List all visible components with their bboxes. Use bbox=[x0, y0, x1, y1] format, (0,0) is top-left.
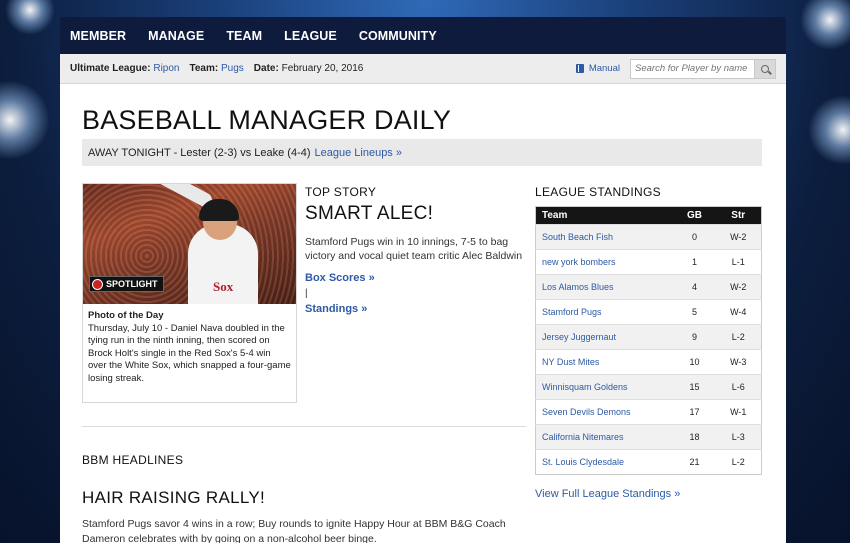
nav-community[interactable]: COMMUNITY bbox=[359, 29, 437, 43]
standings-table: Team GB Str South Beach Fish 0 W-2 new y… bbox=[535, 206, 762, 475]
info-bar: Ultimate League: Ripon Team: Pugs Date: … bbox=[60, 54, 786, 84]
link-separator: | bbox=[305, 288, 308, 299]
top-story-label: TOP STORY bbox=[305, 185, 377, 199]
search-icon bbox=[761, 64, 769, 73]
spotlight-label: SPOTLIGHT bbox=[106, 279, 158, 289]
table-row: Winnisquam Goldens 15 L-6 bbox=[535, 374, 762, 400]
top-story: TOP STORY SMART ALEC! Stamford Pugs win … bbox=[305, 185, 530, 315]
streak: W-2 bbox=[715, 224, 762, 250]
manual-label: Manual bbox=[588, 63, 620, 74]
jersey-lettering: Sox bbox=[213, 279, 234, 294]
streak: L-3 bbox=[715, 424, 762, 450]
top-story-body: Stamford Pugs win in 10 innings, 7-5 to … bbox=[305, 236, 523, 262]
games-back: 15 bbox=[673, 374, 716, 400]
standings-label: LEAGUE STANDINGS bbox=[535, 185, 661, 199]
section-divider bbox=[82, 426, 526, 427]
games-back: 21 bbox=[673, 449, 716, 475]
standings-link[interactable]: Standings » bbox=[305, 303, 530, 315]
photo-caption-text: Thursday, July 10 - Daniel Nava doubled … bbox=[88, 322, 291, 384]
nav-manage[interactable]: MANAGE bbox=[148, 29, 204, 43]
table-row: Stamford Pugs 5 W-4 bbox=[535, 299, 762, 325]
photo-caption: Photo of the Day Thursday, July 10 - Dan… bbox=[83, 304, 296, 391]
photo-caption-title: Photo of the Day bbox=[88, 310, 164, 321]
top-story-title[interactable]: SMART ALEC! bbox=[305, 203, 530, 225]
table-row: St. Louis Clydesdale 21 L-2 bbox=[535, 449, 762, 475]
team-link[interactable]: Jersey Juggernaut bbox=[535, 324, 674, 350]
games-back: 1 bbox=[673, 249, 716, 275]
streak: W-1 bbox=[715, 399, 762, 425]
player-search-input[interactable] bbox=[630, 58, 754, 79]
tonight-banner: AWAY TONIGHT - Lester (2-3) vs Leake (4-… bbox=[82, 139, 762, 166]
team-link[interactable]: California Nitemares bbox=[535, 424, 674, 450]
stadium-light-icon bbox=[800, 0, 850, 50]
table-row: California Nitemares 18 L-3 bbox=[535, 424, 762, 450]
main-nav: MEMBER MANAGE TEAM LEAGUE COMMUNITY bbox=[60, 17, 786, 54]
headline-body: Stamford Pugs savor 4 wins in a row; Buy… bbox=[82, 518, 506, 543]
spotlight-badge: SPOTLIGHT bbox=[89, 276, 164, 292]
team-link[interactable]: Winnisquam Goldens bbox=[535, 374, 674, 400]
date-label: Date: bbox=[253, 63, 279, 74]
team-link[interactable]: Pugs bbox=[221, 63, 244, 74]
league-standings: LEAGUE STANDINGS Team GB Str South Beach… bbox=[535, 185, 762, 500]
stadium-light-icon bbox=[5, 0, 55, 35]
streak: L-1 bbox=[715, 249, 762, 275]
streak: L-2 bbox=[715, 324, 762, 350]
team-link[interactable]: St. Louis Clydesdale bbox=[535, 449, 674, 475]
stadium-light-icon bbox=[0, 80, 50, 160]
page-title: BASEBALL MANAGER DAILY bbox=[82, 105, 452, 135]
games-back: 0 bbox=[673, 224, 716, 250]
team-link[interactable]: new york bombers bbox=[535, 249, 674, 275]
stadium-light-icon bbox=[808, 95, 850, 165]
table-row: Jersey Juggernaut 9 L-2 bbox=[535, 324, 762, 350]
photo-of-the-day: Sox SPOTLIGHT Photo of the Day Thursday,… bbox=[82, 183, 297, 403]
search-button[interactable] bbox=[754, 58, 776, 79]
team-link[interactable]: South Beach Fish bbox=[535, 224, 674, 250]
streak: L-2 bbox=[715, 449, 762, 475]
date-value: February 20, 2016 bbox=[281, 63, 364, 74]
games-back: 9 bbox=[673, 324, 716, 350]
team-link[interactable]: Stamford Pugs bbox=[535, 299, 674, 325]
book-icon bbox=[575, 64, 584, 73]
table-row: Los Alamos Blues 4 W-2 bbox=[535, 274, 762, 300]
team-link[interactable]: Seven Devils Demons bbox=[535, 399, 674, 425]
games-back: 18 bbox=[673, 424, 716, 450]
streak: W-3 bbox=[715, 349, 762, 375]
col-team: Team bbox=[535, 206, 674, 225]
team-link[interactable]: NY Dust Mites bbox=[535, 349, 674, 375]
league-label: Ultimate League: bbox=[70, 63, 151, 74]
streak: W-2 bbox=[715, 274, 762, 300]
streak: W-4 bbox=[715, 299, 762, 325]
manual-link[interactable]: Manual bbox=[575, 63, 620, 74]
league-lineups-link[interactable]: League Lineups » bbox=[315, 147, 402, 159]
player-search bbox=[630, 58, 776, 79]
team-link[interactable]: Los Alamos Blues bbox=[535, 274, 674, 300]
nav-team[interactable]: TEAM bbox=[226, 29, 262, 43]
team-label: Team: bbox=[189, 63, 219, 74]
games-back: 10 bbox=[673, 349, 716, 375]
games-back: 5 bbox=[673, 299, 716, 325]
games-back: 17 bbox=[673, 399, 716, 425]
nav-league[interactable]: LEAGUE bbox=[284, 29, 337, 43]
nav-member[interactable]: MEMBER bbox=[70, 29, 126, 43]
col-str: Str bbox=[715, 206, 762, 225]
headlines-label: BBM HEADLINES bbox=[82, 453, 184, 467]
spotlight-photo[interactable]: Sox SPOTLIGHT bbox=[83, 184, 296, 304]
headline-title[interactable]: HAIR RAISING RALLY! bbox=[82, 488, 265, 508]
spotlight-icon bbox=[92, 278, 103, 290]
page-frame: MEMBER MANAGE TEAM LEAGUE COMMUNITY Ulti… bbox=[60, 17, 786, 543]
box-scores-link[interactable]: Box Scores » bbox=[305, 272, 530, 284]
games-back: 4 bbox=[673, 274, 716, 300]
league-link[interactable]: Ripon bbox=[153, 63, 179, 74]
view-full-standings-link[interactable]: View Full League Standings » bbox=[535, 488, 762, 500]
col-gb: GB bbox=[673, 206, 716, 225]
table-row: Seven Devils Demons 17 W-1 bbox=[535, 399, 762, 425]
table-row: new york bombers 1 L-1 bbox=[535, 249, 762, 275]
table-row: NY Dust Mites 10 W-3 bbox=[535, 349, 762, 375]
table-row: South Beach Fish 0 W-2 bbox=[535, 224, 762, 250]
tonight-text: AWAY TONIGHT - Lester (2-3) vs Leake (4-… bbox=[88, 146, 311, 159]
streak: L-6 bbox=[715, 374, 762, 400]
